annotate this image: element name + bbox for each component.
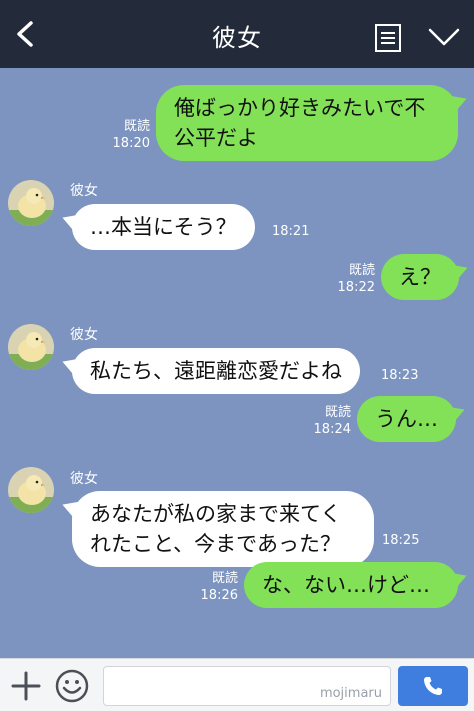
avatar[interactable] <box>8 324 54 370</box>
avatar[interactable] <box>8 467 54 513</box>
their-message-bubble[interactable]: …本当にそう？ <box>72 204 255 250</box>
message-time: 18:25 <box>382 533 420 548</box>
message-input[interactable]: mojimaru <box>103 666 391 706</box>
chick-avatar-icon <box>8 324 54 370</box>
message-meta: 既読 18:24 <box>301 404 351 438</box>
chat-area[interactable]: 俺ばっかり好きみたいで不 公平だよ 既読 18:20 彼女 …本当にそう？ 18… <box>0 68 474 658</box>
sender-name: 彼女 <box>70 471 98 487</box>
message-meta: 既読 18:26 <box>188 570 238 604</box>
message-time: 18:22 <box>337 280 375 295</box>
message-text-line: あなたが私の家まで来てく <box>90 502 342 526</box>
read-receipt: 既読 <box>211 571 238 586</box>
chick-avatar-icon <box>8 180 54 226</box>
my-message-bubble[interactable]: 俺ばっかり好きみたいで不 公平だよ <box>156 85 458 161</box>
message-text-line: 俺ばっかり好きみたいで不 <box>174 96 426 120</box>
chick-avatar-icon <box>8 467 54 513</box>
read-receipt: 既読 <box>123 119 150 134</box>
phone-icon <box>424 677 442 695</box>
smiley-icon[interactable] <box>55 669 89 703</box>
call-button[interactable] <box>398 666 468 706</box>
sender-name: 彼女 <box>70 327 98 343</box>
message-text-line: …本当にそう？ <box>90 215 237 239</box>
their-message-bubble[interactable]: 私たち、遠距離恋愛だよね <box>72 348 360 394</box>
chat-header: 彼女 <box>0 0 474 68</box>
chat-title: 彼女 <box>212 24 262 52</box>
list-icon[interactable] <box>374 24 402 52</box>
message-text-line: 私たち、遠距離恋愛だよね <box>90 359 342 383</box>
message-time: 18:20 <box>112 136 150 151</box>
message-text-line: れたこと、今まであった？ <box>90 532 341 556</box>
my-message-bubble[interactable]: え？ <box>381 254 459 300</box>
my-message-bubble[interactable]: な、ない…けど… <box>244 562 458 608</box>
message-time: 18:26 <box>200 588 238 603</box>
plus-icon[interactable] <box>10 670 42 702</box>
chevron-down-icon[interactable] <box>428 26 460 48</box>
message-time: 18:23 <box>381 368 419 383</box>
read-receipt: 既読 <box>348 263 375 278</box>
message-meta: 既読 18:20 <box>100 118 150 152</box>
message-text-line: うん… <box>375 407 438 431</box>
message-text-line: な、ない…けど… <box>262 573 430 597</box>
avatar[interactable] <box>8 180 54 226</box>
my-message-bubble[interactable]: うん… <box>357 396 456 442</box>
their-message-bubble[interactable]: あなたが私の家まで来てく れたこと、今まであった？ <box>72 491 374 567</box>
message-meta: 既読 18:22 <box>325 262 375 296</box>
message-text-line: え？ <box>399 265 441 289</box>
sender-name: 彼女 <box>70 183 98 199</box>
input-bar: mojimaru <box>0 658 474 711</box>
message-time: 18:21 <box>272 224 310 239</box>
message-text-line: 公平だよ <box>174 126 258 150</box>
message-time: 18:24 <box>313 422 351 437</box>
watermark: mojimaru <box>319 686 382 701</box>
read-receipt: 既読 <box>324 405 351 420</box>
